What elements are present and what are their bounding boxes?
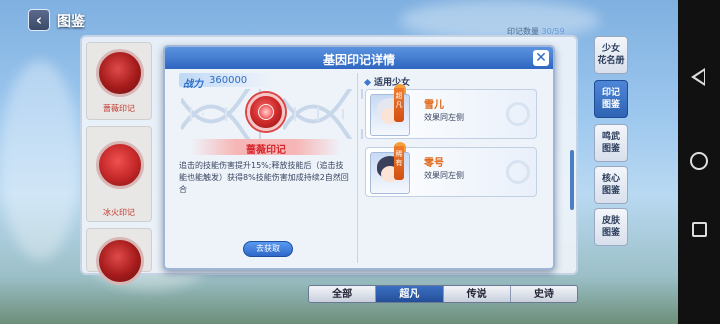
imprint-description: 追击的技能伤害提升15%;释放技能后（追击技能也能触发）获得8%技能伤害加成持续… <box>179 161 349 194</box>
scrollbar[interactable] <box>570 150 574 210</box>
power-value: 360000 <box>209 75 248 86</box>
tab-label: 图鉴 <box>601 186 620 196</box>
paw-watermark-icon <box>506 160 530 184</box>
tab-label: 花名册 <box>597 56 625 66</box>
imprint-disk-icon <box>96 141 144 189</box>
girl-effect: 效果同左侧 <box>424 171 464 180</box>
tab-all[interactable]: 全部 <box>309 286 377 302</box>
power-label: 战力 <box>183 79 203 90</box>
imprint-info-pane: 战力 360000 蔷薇印记 追击的技能伤害提升15%;释放技能后（追击技能也能… <box>171 73 363 265</box>
close-icon: ✕ <box>535 50 547 66</box>
chevron-left-icon: ‹ <box>35 11 43 29</box>
tab-label: 核心 <box>601 174 620 184</box>
girl-name: 零号 <box>424 158 444 169</box>
tab-core-codex[interactable]: 核心 图鉴 <box>594 166 628 204</box>
modal-title: 基因印记详情 <box>322 53 395 67</box>
tab-skin-codex[interactable]: 皮肤 图鉴 <box>594 208 628 246</box>
square-recent-icon[interactable] <box>692 222 707 237</box>
rose-imprint-icon <box>247 93 285 131</box>
close-button[interactable]: ✕ <box>533 50 549 66</box>
imprint-card-label: 冰火印记 <box>103 208 135 217</box>
divider <box>357 73 358 263</box>
imprint-name-bar: 蔷薇印记 <box>191 139 341 156</box>
paw-watermark-icon <box>506 102 530 126</box>
tab-epic[interactable]: 史诗 <box>510 286 577 302</box>
rose-icon <box>258 104 274 120</box>
diamond-bullet-icon <box>363 78 372 87</box>
imprint-card-label: 蔷薇印记 <box>103 104 135 113</box>
cloud-decoration <box>400 0 600 40</box>
rarity-badge: 超凡 <box>394 88 404 122</box>
tab-transcendent[interactable]: 超凡 <box>376 286 444 302</box>
tab-label: 皮肤 <box>601 216 620 226</box>
dna-helix-icon <box>283 89 363 139</box>
tab-label: 图鉴 <box>601 228 620 238</box>
girl-effect: 效果同左侧 <box>424 113 464 122</box>
imprint-card[interactable]: 蔷薇印记 <box>86 42 152 120</box>
back-button[interactable]: ‹ <box>28 9 50 31</box>
tab-label: 印记 <box>601 88 620 98</box>
imprint-card[interactable]: 冰火印记 <box>86 126 152 222</box>
girl-portrait <box>370 152 410 194</box>
rarity-badge: 稀有 <box>394 146 404 180</box>
tab-label: 图鉴 <box>601 144 620 154</box>
circle-home-icon[interactable] <box>690 152 708 170</box>
tab-girl-roster[interactable]: 少女 花名册 <box>594 36 628 74</box>
imprint-disk-icon <box>96 49 144 97</box>
obtain-button[interactable]: 去获取 <box>243 241 293 257</box>
applicable-girls-pane: 适用少女 超凡 雪儿 效果同左侧 稀有 零号 效果同左侧 <box>363 73 549 265</box>
girl-portrait <box>370 94 410 136</box>
triangle-back-icon[interactable] <box>691 68 705 86</box>
girl-card[interactable]: 稀有 零号 效果同左侧 <box>365 142 537 197</box>
tab-imprint-codex[interactable]: 印记 图鉴 <box>594 80 628 118</box>
imprint-disk-icon <box>96 237 144 285</box>
girl-name: 雪儿 <box>424 100 444 111</box>
rarity-tabs: 全部 超凡 传说 史诗 <box>308 285 578 303</box>
imprint-name: 蔷薇印记 <box>246 145 286 156</box>
imprint-card[interactable] <box>86 228 152 285</box>
system-nav-bar <box>678 0 720 324</box>
tab-label: 少女 <box>601 44 620 54</box>
imprint-detail-modal: 基因印记详情 ✕ 战力 360000 蔷薇印记 追击的技能伤害提升15%;释放技… <box>163 45 555 270</box>
modal-header: 基因印记详情 ✕ <box>165 47 553 69</box>
tab-label: 鸣武 <box>601 132 620 142</box>
tab-weapon-codex[interactable]: 鸣武 图鉴 <box>594 124 628 162</box>
tab-legend[interactable]: 传说 <box>443 286 511 302</box>
cloud-decoration <box>0 60 80 260</box>
tab-label: 图鉴 <box>601 100 620 110</box>
girl-card[interactable]: 超凡 雪儿 效果同左侧 <box>365 84 537 139</box>
page-title: 图鉴 <box>57 14 85 30</box>
